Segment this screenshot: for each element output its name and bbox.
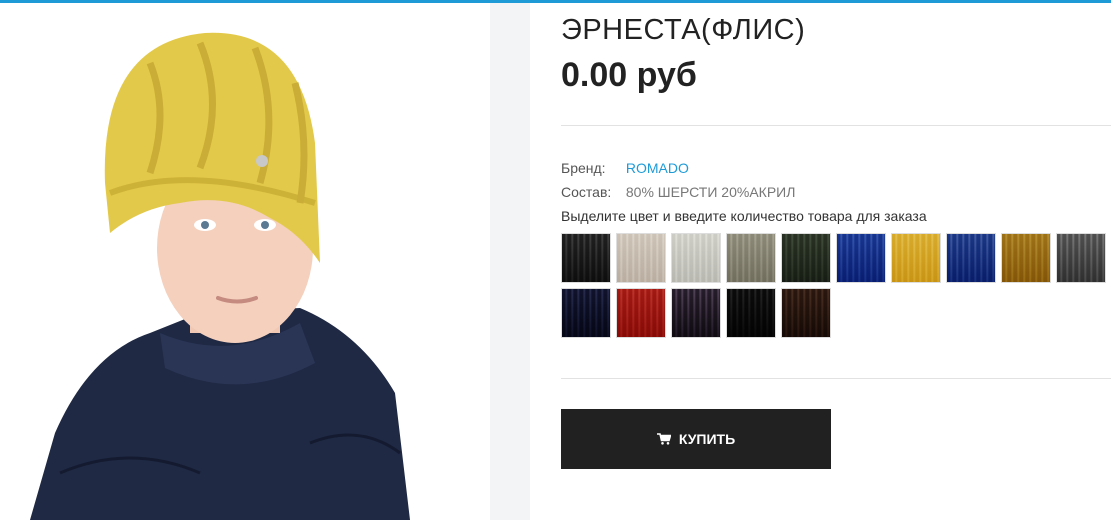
product-image[interactable] — [0, 3, 530, 520]
composition-row: Состав: 80% ШЕРСТИ 20%АКРИЛ — [561, 184, 795, 200]
color-swatch[interactable] — [561, 233, 611, 283]
color-swatch[interactable] — [671, 233, 721, 283]
color-hint: Выделите цвет и введите количество товар… — [561, 208, 927, 224]
color-swatch[interactable] — [891, 233, 941, 283]
buy-button[interactable]: КУПИТЬ — [561, 409, 831, 469]
product-price: 0.00 руб — [561, 56, 697, 94]
divider-top — [561, 125, 1111, 126]
divider-bottom — [561, 378, 1111, 379]
color-swatch[interactable] — [836, 233, 886, 283]
color-swatch[interactable] — [781, 288, 831, 338]
brand-row: Бренд: ROMADO — [561, 160, 689, 176]
cart-icon — [656, 433, 671, 445]
color-swatch[interactable] — [1056, 233, 1106, 283]
color-swatch[interactable] — [616, 288, 666, 338]
color-swatch[interactable] — [671, 288, 721, 338]
brand-link[interactable]: ROMADO — [626, 160, 689, 176]
color-swatch[interactable] — [946, 233, 996, 283]
color-swatch[interactable] — [781, 233, 831, 283]
composition-value: 80% ШЕРСТИ 20%АКРИЛ — [625, 184, 796, 200]
product-photo-illustration — [0, 3, 530, 520]
product-title: ЭРНЕСТА(ФЛИС) — [561, 14, 806, 46]
composition-label: Состав: — [561, 184, 612, 200]
color-swatch[interactable] — [726, 288, 776, 338]
color-swatch[interactable] — [1001, 233, 1051, 283]
buy-button-label: КУПИТЬ — [678, 431, 736, 447]
brand-label: Бренд: — [561, 160, 606, 176]
color-swatch[interactable] — [561, 288, 611, 338]
color-swatch[interactable] — [726, 233, 776, 283]
color-swatch[interactable] — [616, 233, 666, 283]
